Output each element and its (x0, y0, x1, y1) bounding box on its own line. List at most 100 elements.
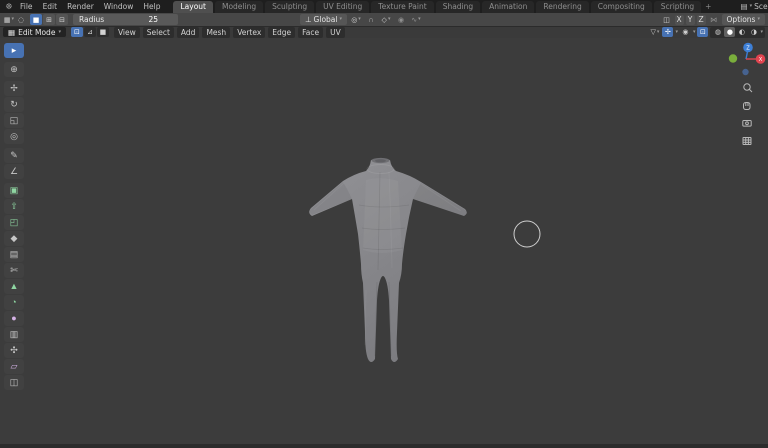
pan-hand-button[interactable] (743, 102, 751, 110)
edit-mode-icon: ▦ (8, 27, 16, 37)
proportional-falloff-dropdown[interactable]: ∿ ▾ (410, 14, 422, 25)
tool-rip-region-button[interactable]: ◫ (4, 375, 24, 390)
status-bar (0, 444, 768, 448)
add-workspace-button[interactable]: + (701, 2, 715, 11)
tool-annotate-button[interactable]: ✎ (4, 148, 24, 163)
tool-scale-button[interactable]: ◱ (4, 113, 24, 128)
tab-animation[interactable]: Animation (482, 0, 535, 13)
shading-rendered-button[interactable]: ◑ (748, 27, 759, 37)
tab-uv-editing[interactable]: UV Editing (316, 0, 370, 13)
zoom-button[interactable] (743, 83, 753, 93)
select-mode-extend-button[interactable]: ⊞ (43, 14, 55, 25)
visibility-filter-dropdown[interactable]: ▽ ▾ (649, 27, 660, 37)
edge-select-button[interactable]: ⊿ (83, 27, 96, 37)
face-select-button[interactable]: ■ (96, 27, 109, 37)
viewport-menu-uv[interactable]: UV (326, 26, 345, 38)
viewport-header: ▦ Edit Mode ▾ ⊡ ⊿ ■ View Select Add Mesh Ver… (0, 26, 768, 38)
tab-compositing[interactable]: Compositing (590, 0, 652, 13)
scene-name: Scene (754, 2, 768, 11)
chevron-down-icon: ▾ (757, 16, 760, 22)
menu-file[interactable]: File (15, 2, 38, 11)
tool-inset-faces-button[interactable]: ◰ (4, 215, 24, 230)
axis-y-ball[interactable] (728, 54, 738, 63)
pivot-point-dropdown[interactable]: ◎ ▾ (350, 14, 362, 25)
tool-shrink-fatten-button[interactable]: ✣ (4, 343, 24, 358)
mirror-x-toggle[interactable]: X (674, 14, 684, 25)
transform-settings-cluster: ⊥ Global ▾ ◎ ▾ ∩ ◇ ▾ ◉ ∿ ▾ (300, 14, 422, 25)
character-mesh[interactable] (309, 157, 467, 362)
viewport-menu-face[interactable]: Face (298, 26, 324, 38)
radius-slider[interactable]: Radius 25 (73, 14, 178, 25)
blender-logo-icon[interactable]: ☸ (3, 2, 15, 11)
mode-dropdown[interactable]: ▦ ▾ (3, 14, 15, 25)
show-gizmo-toggle[interactable]: ✢ (662, 27, 674, 37)
tool-extrude-region-button[interactable]: ⇧ (4, 199, 24, 214)
viewport-menu-view[interactable]: View (113, 26, 140, 38)
tab-sculpting[interactable]: Sculpting (265, 0, 315, 13)
tool-settings-bar: ▦ ▾ ◌ ■ ⊞ ⊟ Radius 25 ⊥ Global ▾ ◎ ▾ ∩ ◇… (0, 13, 768, 26)
vertex-select-button[interactable]: ⊡ (70, 27, 83, 37)
mode-label: Edit Mode (18, 27, 56, 37)
orientation-dropdown[interactable]: ⊥ Global ▾ (300, 14, 347, 25)
shading-material-button[interactable]: ◐ (736, 27, 747, 37)
tool-rotate-button[interactable]: ↻ (4, 97, 24, 112)
shading-wireframe-button[interactable]: ◍ (712, 27, 723, 37)
viewport-menu-mesh[interactable]: Mesh (202, 26, 231, 38)
viewport-menu-vertex[interactable]: Vertex (233, 26, 266, 38)
axis-neg-z-ball[interactable] (742, 68, 749, 76)
tool-add-cube-button[interactable]: ▣ (4, 183, 24, 198)
snap-toggle[interactable]: ∩ (365, 14, 377, 25)
tool-shear-button[interactable]: ▱ (4, 359, 24, 374)
xray-toggle[interactable]: ⊡ (697, 27, 709, 37)
tool-poly-build-button[interactable]: ▲ (4, 279, 24, 294)
menu-render[interactable]: Render (62, 2, 99, 11)
chevron-down-icon: ▾ (11, 16, 15, 22)
tool-loop-cut-button[interactable]: ▤ (4, 247, 24, 262)
show-overlays-toggle[interactable]: ◉ (680, 27, 691, 37)
snap-target-dropdown[interactable]: ◇ ▾ (380, 14, 392, 25)
chevron-down-icon: ▾ (358, 16, 361, 22)
mirror-options-cluster: ◫ X Y Z ⋈ Options ▾ (661, 14, 765, 25)
tool-transform-button[interactable]: ◎ (4, 129, 24, 144)
tab-layout[interactable]: Layout (173, 0, 213, 13)
tab-scripting[interactable]: Scripting (653, 0, 702, 13)
proportional-edit-toggle[interactable]: ◉ (395, 14, 407, 25)
tool-edge-slide-button[interactable]: ▥ (4, 327, 24, 342)
axis-x-label: X (759, 57, 763, 63)
active-tool-select-circle-icon[interactable]: ◌ (15, 14, 27, 25)
tool-knife-button[interactable]: ✄ (4, 263, 24, 278)
3d-viewport[interactable]: ▸ ⊕ ✢ ↻ ◱ ◎ ✎ ∠ ▣ ⇧ ◰ ◆ ▤ ✄ ▲ ◔ ● ▥ ✣ ▱ ◫ (0, 38, 768, 448)
menu-help[interactable]: Help (138, 2, 165, 11)
tool-cursor-button[interactable]: ⊕ (4, 62, 24, 77)
tool-smooth-button[interactable]: ● (4, 311, 24, 326)
mirror-z-toggle[interactable]: Z (696, 14, 706, 25)
snap-symmetry-icon[interactable]: ⋈ (708, 14, 720, 25)
tab-shading[interactable]: Shading (435, 0, 481, 13)
navigation-gizmo[interactable]: Z X (728, 42, 766, 76)
tool-measure-button[interactable]: ∠ (4, 164, 24, 179)
camera-view-button[interactable] (742, 120, 752, 127)
viewport-menu-add[interactable]: Add (176, 26, 200, 38)
tab-modeling[interactable]: Modeling (214, 0, 264, 13)
orthographic-grid-button[interactable] (742, 137, 752, 145)
shading-solid-button[interactable]: ● (724, 27, 736, 37)
tab-texture-paint[interactable]: Texture Paint (371, 0, 434, 13)
viewport-menu-select[interactable]: Select (142, 26, 174, 38)
axis-z-label: Z (746, 46, 750, 52)
toolbar: ▸ ⊕ ✢ ↻ ◱ ◎ ✎ ∠ ▣ ⇧ ◰ ◆ ▤ ✄ ▲ ◔ ● ▥ ✣ ▱ ◫ (4, 43, 24, 390)
menu-window[interactable]: Window (99, 2, 139, 11)
select-mode-subtract-button[interactable]: ⊟ (56, 14, 68, 25)
tool-bevel-button[interactable]: ◆ (4, 231, 24, 246)
select-mode-new-button[interactable]: ■ (30, 14, 42, 25)
tool-move-button[interactable]: ✢ (4, 81, 24, 96)
tool-select-circle-button[interactable]: ▸ (4, 43, 24, 58)
mirror-y-toggle[interactable]: Y (685, 14, 695, 25)
scene-selector[interactable]: ▤ ▾ Scene (741, 2, 768, 11)
interaction-mode-dropdown[interactable]: ▦ Edit Mode ▾ (3, 27, 66, 37)
viewport-menu-edge[interactable]: Edge (268, 26, 296, 38)
tool-spin-button[interactable]: ◔ (4, 295, 24, 310)
tab-rendering[interactable]: Rendering (536, 0, 589, 13)
menu-edit[interactable]: Edit (38, 2, 63, 11)
options-dropdown[interactable]: Options ▾ (721, 14, 765, 25)
edit-mode-icon: ▦ (3, 15, 11, 24)
